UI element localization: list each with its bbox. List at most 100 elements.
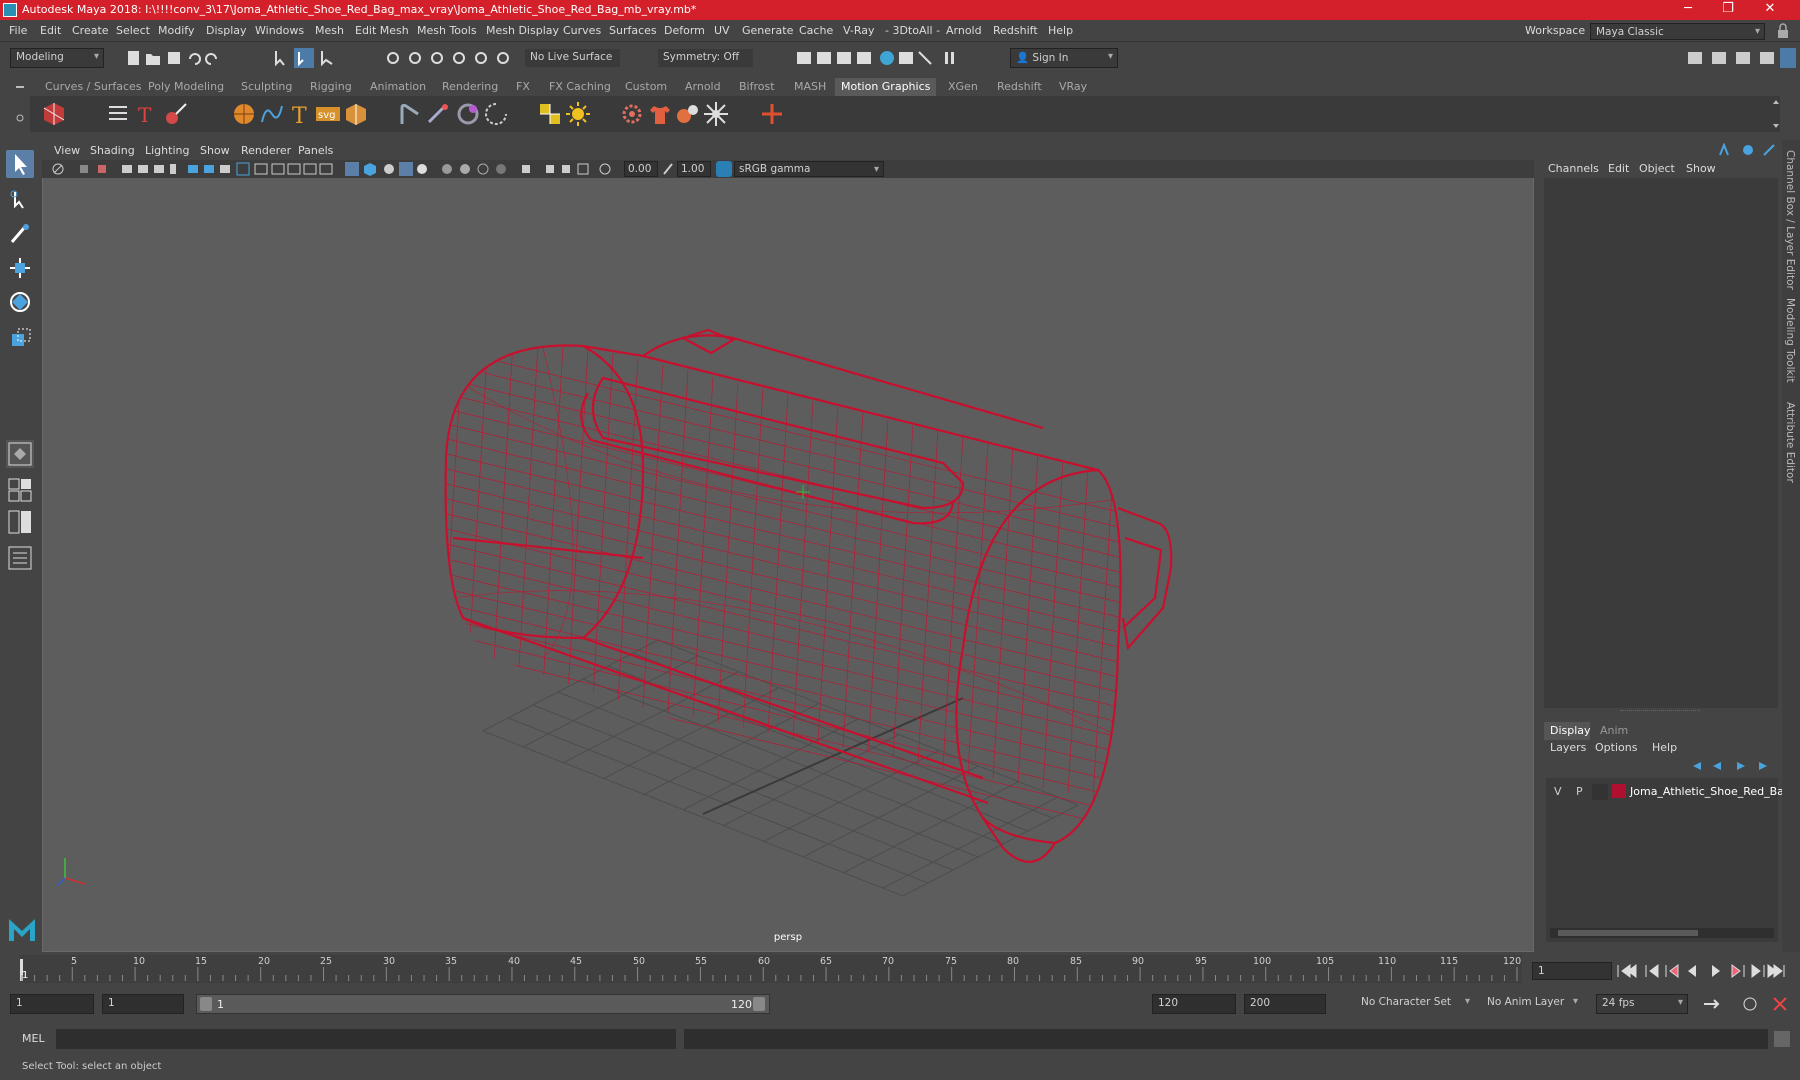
range-slider-right-handle[interactable] [753, 997, 765, 1011]
live-surface-field[interactable]: No Live Surface [525, 49, 620, 67]
brush-icon[interactable] [162, 100, 190, 128]
sparkle-icon[interactable] [425, 100, 453, 128]
viewport-scene[interactable]: persp [43, 178, 1533, 951]
shelf-tab-xgen[interactable]: XGen [948, 80, 978, 93]
side-tab-channel-box[interactable]: Channel Box / Layer Editor [1784, 150, 1796, 290]
panel-menu-show[interactable]: Show [200, 144, 230, 157]
exposure-field[interactable]: 0.00 [624, 161, 658, 177]
layout-four-icon[interactable] [6, 476, 34, 504]
lasso-tool-icon[interactable] [6, 186, 34, 214]
shelf-tab-sculpting[interactable]: Sculpting [241, 80, 292, 93]
menu-redshift[interactable]: Redshift [993, 24, 1038, 37]
text-t-icon[interactable]: T [286, 100, 314, 129]
current-frame-field[interactable]: 1 [1532, 962, 1612, 980]
shelf-tab-mash[interactable]: MASH [794, 80, 826, 93]
lathe-icon[interactable] [454, 100, 482, 128]
side-tab-attribute-editor[interactable]: Attribute Editor [1784, 402, 1796, 483]
menu-3dtoall[interactable]: - 3DtoAll - [885, 24, 940, 37]
sun-icon[interactable] [564, 100, 592, 128]
shelf-grip[interactable] [14, 80, 26, 126]
burst-icon[interactable] [702, 100, 730, 128]
outliner-icon[interactable] [6, 544, 34, 572]
shirt-icon[interactable] [646, 100, 674, 128]
gear-icon[interactable] [618, 100, 646, 128]
layer-scrollbar[interactable] [1550, 928, 1774, 938]
gamma-field[interactable]: 1.00 [677, 161, 711, 177]
sweep-icon[interactable] [396, 100, 424, 128]
menu-arnold[interactable]: Arnold [946, 24, 982, 37]
swirl-icon[interactable] [482, 100, 510, 128]
shelf-tab-redshift[interactable]: Redshift [997, 80, 1042, 93]
script-editor-icon[interactable] [1774, 1031, 1790, 1047]
layer-row[interactable]: V P Joma_Athletic_Shoe_Red_Bag [1546, 782, 1791, 802]
color-management-icon[interactable] [716, 161, 732, 177]
panel-toggle-icons[interactable] [1686, 48, 1796, 68]
text-icon[interactable]: T [133, 100, 161, 128]
select-tool-icon[interactable] [6, 150, 34, 178]
layer-menu-layers[interactable]: Layers [1550, 741, 1586, 754]
layer-tab-anim[interactable]: Anim [1600, 724, 1628, 737]
menu-select[interactable]: Select [116, 24, 150, 37]
playback-controls[interactable] [1616, 962, 1786, 980]
shelf-tab-fx-caching[interactable]: FX Caching [549, 80, 611, 93]
spheres-icon[interactable] [674, 100, 702, 128]
lock-icon[interactable] [1776, 23, 1792, 39]
menu-file[interactable]: File [9, 24, 27, 37]
shelf-tab-motion-graphics[interactable]: Motion Graphics [835, 78, 937, 96]
menu-help[interactable]: Help [1048, 24, 1073, 37]
time-slider[interactable]: 1 5 10 15 20 25 30 35 40 45 50 55 60 65 … [20, 955, 1522, 983]
shelf-tab-custom[interactable]: Custom [625, 80, 667, 93]
colorspace-dropdown[interactable]: sRGB gamma [734, 161, 884, 177]
shelf-tab-rendering[interactable]: Rendering [442, 80, 498, 93]
channelbox-menu-channels[interactable]: Channels [1548, 162, 1599, 175]
channelbox-menu-show[interactable]: Show [1686, 162, 1716, 175]
sign-in-button[interactable]: 👤 Sign In [1010, 48, 1118, 68]
restore-button[interactable]: ❐ [1708, 0, 1748, 20]
layer-visibility-toggle[interactable]: V [1554, 785, 1562, 798]
shelf-tab-bifrost[interactable]: Bifrost [739, 80, 775, 93]
shelf-scroll-icon[interactable] [1772, 96, 1780, 132]
align-icon[interactable] [536, 100, 564, 128]
mel-label[interactable]: MEL [22, 1032, 45, 1045]
channel-box-content[interactable] [1544, 178, 1778, 708]
layer-color-swatch[interactable] [1612, 784, 1626, 798]
rotate-tool-icon[interactable] [6, 288, 34, 316]
snap-icons[interactable] [385, 48, 515, 68]
menu-modify[interactable]: Modify [158, 24, 194, 37]
scale-tool-icon[interactable] [6, 324, 34, 352]
sphere-icon[interactable] [230, 100, 258, 128]
layout-single-icon[interactable] [6, 440, 34, 468]
menu-generate[interactable]: Generate [742, 24, 793, 37]
paint-select-icon[interactable] [6, 220, 34, 248]
anim-end-field[interactable]: 200 [1244, 994, 1326, 1014]
layout-two-icon[interactable] [6, 508, 34, 536]
move-tool-icon[interactable] [6, 254, 34, 282]
layer-action-icons[interactable] [1687, 758, 1777, 774]
maya-m-icon[interactable] [6, 913, 38, 945]
panel-menu-view[interactable]: View [54, 144, 80, 157]
layer-menu-options[interactable]: Options [1595, 741, 1637, 754]
anim-layer-dropdown[interactable]: No Anim Layer [1482, 994, 1582, 1014]
layer-playback-toggle[interactable]: P [1576, 785, 1583, 798]
layer-tab-display[interactable]: Display [1544, 722, 1591, 740]
character-set-dropdown[interactable]: No Character Set [1356, 994, 1474, 1014]
command-input[interactable] [56, 1029, 676, 1049]
menu-create[interactable]: Create [72, 24, 109, 37]
panel-menu-lighting[interactable]: Lighting [145, 144, 189, 157]
menu-windows[interactable]: Windows [255, 24, 304, 37]
file-tools-icons[interactable] [126, 49, 236, 67]
range-slider[interactable]: 1 120 [196, 994, 770, 1014]
workspace-dropdown[interactable]: Maya Classic [1590, 23, 1765, 40]
box-icon[interactable] [342, 100, 370, 128]
channelbox-menu-object[interactable]: Object [1639, 162, 1675, 175]
minimize-button[interactable]: ─ [1668, 0, 1708, 20]
shelf-tab-curves[interactable]: Curves / Surfaces [45, 80, 142, 93]
fps-dropdown[interactable]: 24 fps [1596, 994, 1688, 1014]
render-icons[interactable] [795, 48, 965, 68]
shelf-tab-vray[interactable]: VRay [1059, 80, 1087, 93]
menu-vray[interactable]: V-Ray [843, 24, 875, 37]
curve-icon[interactable] [258, 100, 286, 128]
playback-start-field[interactable]: 1 [102, 994, 184, 1014]
menu-mesh-display[interactable]: Mesh Display [486, 24, 559, 37]
menu-cache[interactable]: Cache [799, 24, 833, 37]
